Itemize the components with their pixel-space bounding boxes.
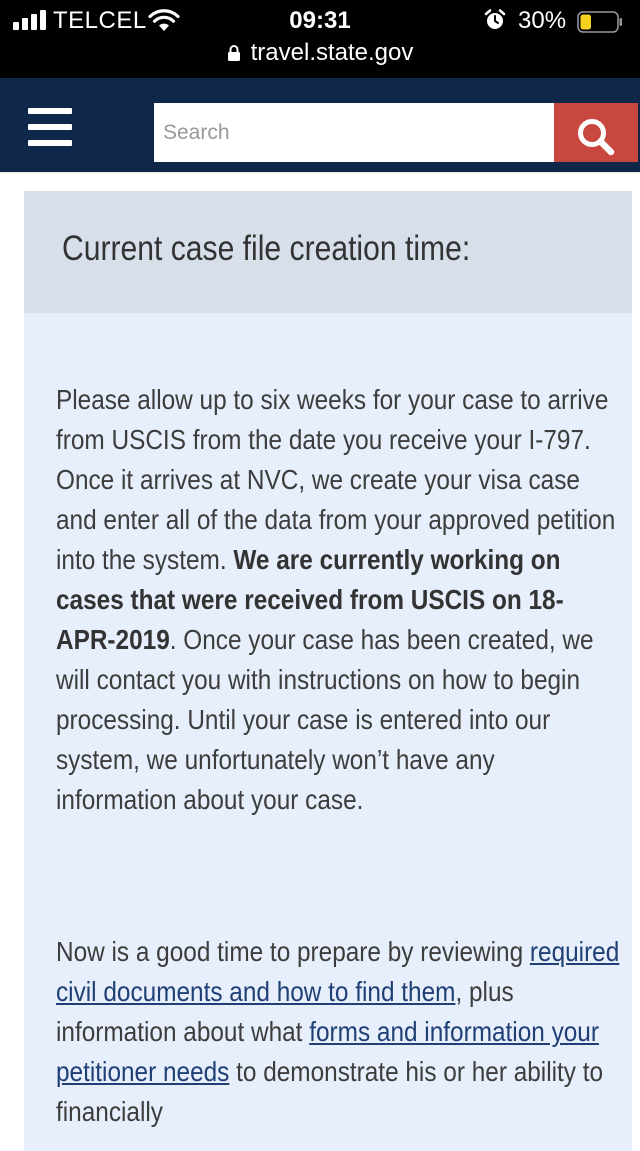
battery-icon xyxy=(577,11,622,33)
menu-button[interactable] xyxy=(28,108,74,148)
site-header xyxy=(0,78,640,172)
search-icon xyxy=(578,118,615,155)
preparation-paragraph: Now is a good time to prepare by reviewi… xyxy=(56,936,620,1127)
card-header: Current case file creation time: xyxy=(24,191,632,313)
search-button[interactable] xyxy=(554,103,638,162)
menu-icon xyxy=(28,108,72,114)
battery-percent: 30% xyxy=(518,7,567,34)
url-text: travel.state.gov xyxy=(250,39,414,66)
search-input[interactable] xyxy=(154,103,554,162)
alarm-icon xyxy=(484,9,506,29)
case-processing-paragraph: Please allow up to six weeks for your ca… xyxy=(56,384,616,815)
card-title: Current case file creation time: xyxy=(62,229,471,268)
header-divider xyxy=(0,172,640,173)
status-bar: TELCEL 09:31 30% travel.state.gov xyxy=(0,0,640,78)
address-bar[interactable]: travel.state.gov xyxy=(0,39,640,67)
case-info-card: Current case file creation time: Please … xyxy=(24,191,632,1151)
lock-icon xyxy=(227,45,240,61)
